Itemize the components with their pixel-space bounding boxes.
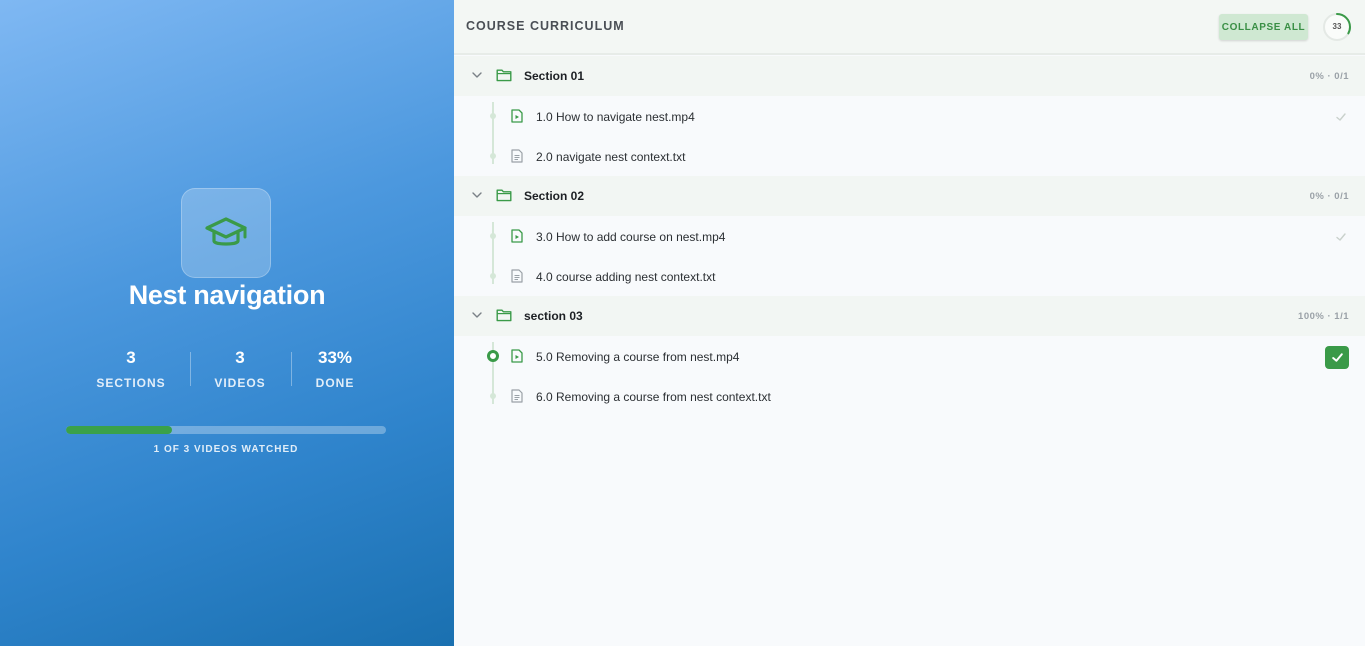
course-summary-panel: Nest navigation 3 SECTIONS 3 VIDEOS 33% … xyxy=(0,0,454,646)
stat-label: DONE xyxy=(315,376,355,390)
stat-value: 3 xyxy=(235,348,245,367)
section-name: Section 02 xyxy=(524,189,585,203)
timeline-dot xyxy=(490,273,496,279)
progress-ring-value: 33 xyxy=(1332,22,1342,31)
folder-open-icon xyxy=(496,68,512,82)
lesson-row[interactable]: 4.0 course adding nest context.txt xyxy=(454,256,1365,296)
current-lesson-marker xyxy=(487,350,499,362)
section-header-row[interactable]: section 03 100% · 1/1 xyxy=(454,296,1365,336)
lesson-name: 1.0 How to navigate nest.mp4 xyxy=(536,110,695,124)
course-icon-tile xyxy=(181,188,271,278)
text-file-icon xyxy=(511,389,523,403)
stat-label: SECTIONS xyxy=(96,376,166,390)
course-progress-fill xyxy=(66,426,172,434)
lesson-row[interactable]: 6.0 Removing a course from nest context.… xyxy=(454,376,1365,416)
check-icon xyxy=(1335,230,1347,242)
curriculum-header: COURSE CURRICULUM COLLAPSE ALL 33 xyxy=(454,0,1365,55)
lesson-row[interactable]: 3.0 How to add course on nest.mp4 xyxy=(454,216,1365,256)
lesson-row[interactable]: 2.0 navigate nest context.txt xyxy=(454,136,1365,176)
section-header-row[interactable]: Section 01 0% · 0/1 xyxy=(454,56,1365,96)
progress-caption: 1 OF 3 VIDEOS WATCHED xyxy=(153,444,299,455)
lesson-name: 4.0 course adding nest context.txt xyxy=(536,270,716,284)
stat-done: 33% DONE xyxy=(285,348,385,390)
lesson-name: 6.0 Removing a course from nest context.… xyxy=(536,390,771,404)
course-progress-bar xyxy=(66,426,386,434)
section-progress: 0% · 0/1 xyxy=(1309,191,1349,202)
section-name: section 03 xyxy=(524,309,583,323)
folder-open-icon xyxy=(496,308,512,322)
text-file-icon xyxy=(511,269,523,283)
course-stats: 3 SECTIONS 3 VIDEOS 33% DONE xyxy=(66,348,386,392)
video-file-icon xyxy=(511,349,523,363)
video-file-icon xyxy=(511,109,523,123)
section-name: Section 01 xyxy=(524,69,585,83)
stat-videos: 3 VIDEOS xyxy=(190,348,290,390)
collapse-all-button[interactable]: COLLAPSE ALL xyxy=(1219,14,1308,40)
check-icon xyxy=(1335,110,1347,122)
completed-check-icon[interactable] xyxy=(1325,346,1349,369)
timeline-dot xyxy=(490,393,496,399)
stat-value: 3 xyxy=(126,348,136,367)
chevron-down-icon[interactable] xyxy=(470,68,484,82)
lesson-name: 5.0 Removing a course from nest.mp4 xyxy=(536,350,740,364)
chevron-down-icon[interactable] xyxy=(470,188,484,202)
lesson-name: 2.0 navigate nest context.txt xyxy=(536,150,686,164)
chevron-down-icon[interactable] xyxy=(470,308,484,322)
section-header-row[interactable]: Section 02 0% · 0/1 xyxy=(454,176,1365,216)
stat-label: VIDEOS xyxy=(214,376,266,390)
lesson-name: 3.0 How to add course on nest.mp4 xyxy=(536,230,726,244)
course-title: Nest navigation xyxy=(128,280,326,310)
timeline-dot xyxy=(490,153,496,159)
folder-open-icon xyxy=(496,188,512,202)
stat-sections: 3 SECTIONS xyxy=(81,348,181,390)
timeline-dot xyxy=(490,233,496,239)
section-progress: 0% · 0/1 xyxy=(1309,71,1349,82)
timeline-dot xyxy=(490,113,496,119)
video-file-icon xyxy=(511,229,523,243)
stat-value: 33% xyxy=(317,348,353,367)
section-progress: 100% · 1/1 xyxy=(1298,311,1349,322)
curriculum-title: COURSE CURRICULUM xyxy=(466,19,625,33)
curriculum-panel: COURSE CURRICULUM COLLAPSE ALL 33 Sectio… xyxy=(454,0,1365,646)
lesson-row[interactable]: 5.0 Removing a course from nest.mp4 xyxy=(454,336,1365,376)
graduation-cap-icon xyxy=(205,217,247,246)
text-file-icon xyxy=(511,149,523,163)
lesson-row[interactable]: 1.0 How to navigate nest.mp4 xyxy=(454,96,1365,136)
